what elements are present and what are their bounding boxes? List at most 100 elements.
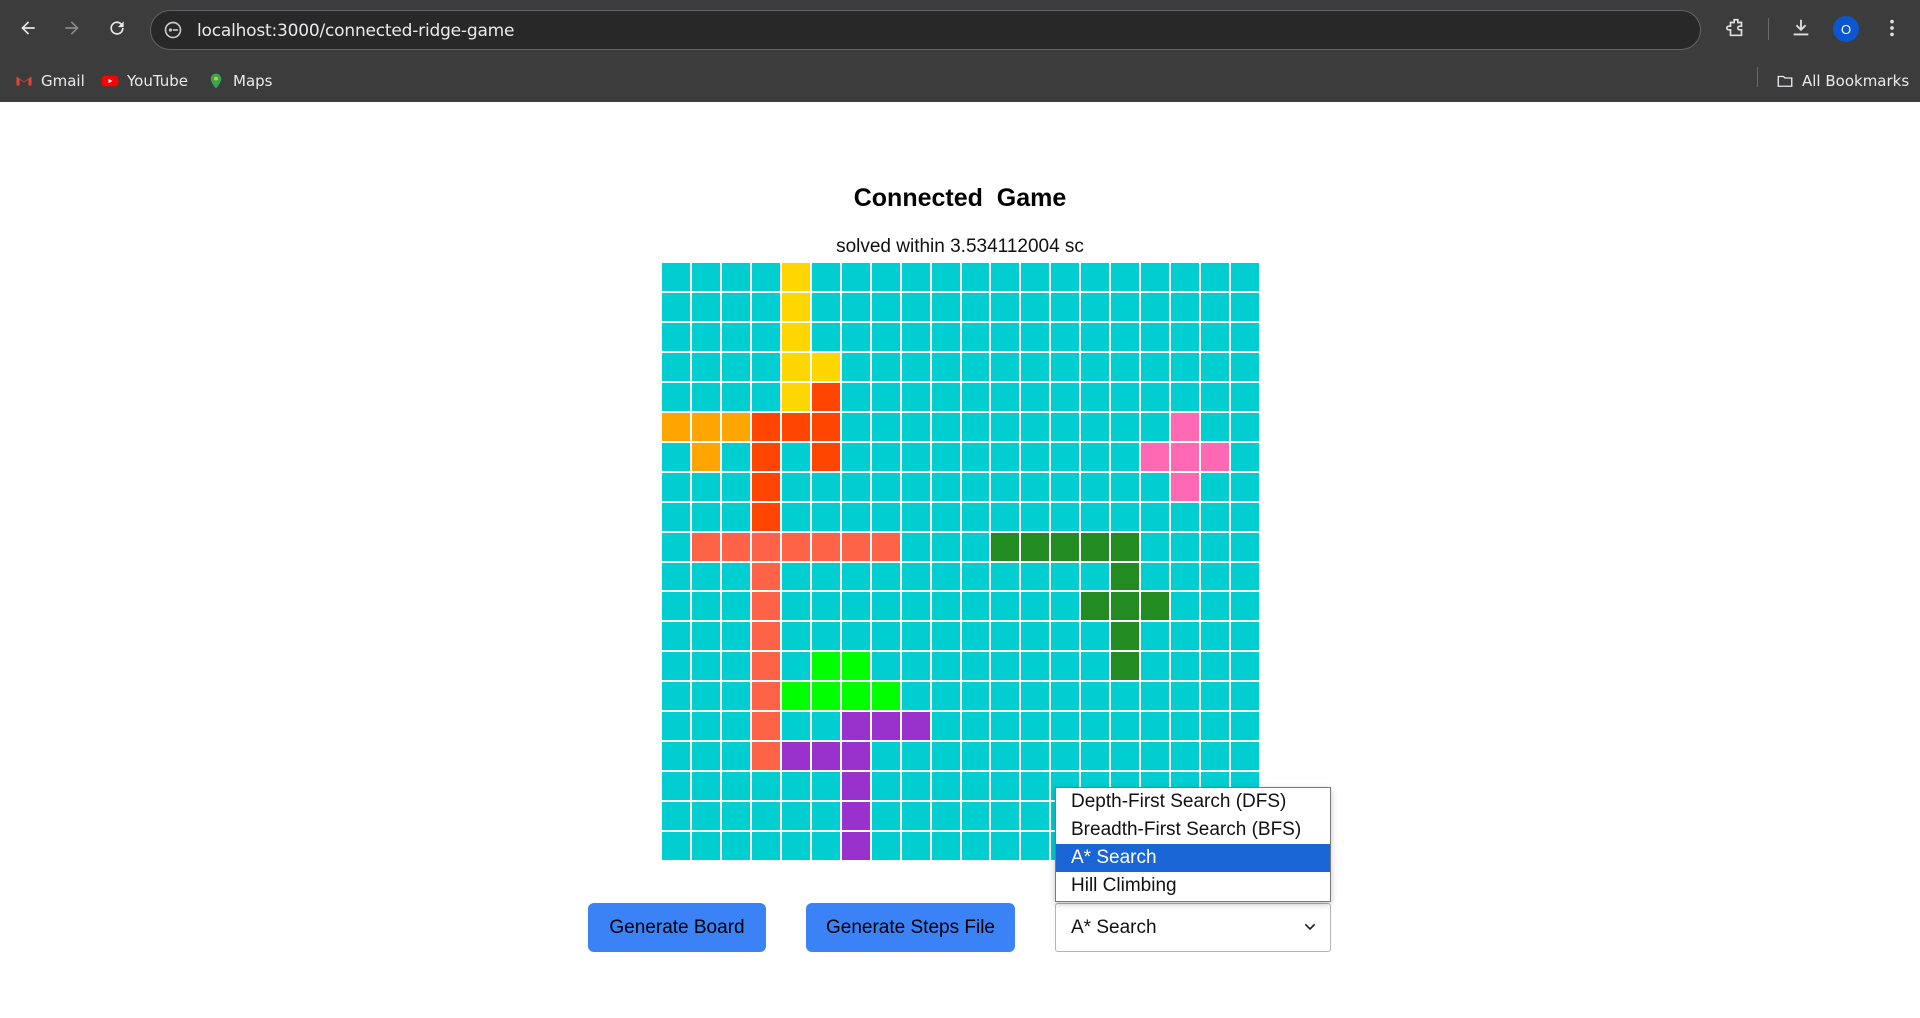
board-cell[interactable] — [901, 622, 930, 651]
board-cell[interactable] — [871, 472, 900, 501]
board-cell[interactable] — [1231, 712, 1259, 741]
board-cell[interactable] — [1201, 532, 1230, 561]
board-cell[interactable] — [991, 502, 1020, 531]
board-cell[interactable] — [931, 292, 960, 321]
board-cell[interactable] — [751, 562, 780, 591]
board-cell[interactable] — [961, 742, 990, 771]
board-cell[interactable] — [691, 442, 720, 471]
board-cell[interactable] — [901, 652, 930, 681]
board-cell[interactable] — [1231, 263, 1259, 291]
board-cell[interactable] — [1081, 502, 1110, 531]
algorithm-select[interactable]: A* Search — [1055, 903, 1331, 952]
board-cell[interactable] — [901, 772, 930, 801]
board-cell[interactable] — [901, 532, 930, 561]
board-cell[interactable] — [901, 562, 930, 591]
board-cell[interactable] — [991, 322, 1020, 351]
board-cell[interactable] — [811, 802, 840, 831]
board-cell[interactable] — [1111, 412, 1140, 441]
board-cell[interactable] — [662, 263, 690, 291]
board-cell[interactable] — [1111, 292, 1140, 321]
board-cell[interactable] — [1201, 322, 1230, 351]
board-cell[interactable] — [1231, 382, 1259, 411]
board-cell[interactable] — [1171, 712, 1200, 741]
board-cell[interactable] — [931, 412, 960, 441]
board-cell[interactable] — [721, 622, 750, 651]
board-cell[interactable] — [841, 772, 870, 801]
board-cell[interactable] — [901, 412, 930, 441]
board-cell[interactable] — [691, 682, 720, 711]
board-cell[interactable] — [961, 472, 990, 501]
board-cell[interactable] — [1051, 742, 1080, 771]
bookmark-youtube[interactable]: YouTube — [101, 69, 188, 93]
board-cell[interactable] — [931, 562, 960, 591]
board-cell[interactable] — [1171, 442, 1200, 471]
board-cell[interactable] — [841, 532, 870, 561]
board-cell[interactable] — [1111, 263, 1140, 291]
board-cell[interactable] — [961, 502, 990, 531]
board-cell[interactable] — [1081, 412, 1110, 441]
board-cell[interactable] — [781, 652, 810, 681]
board-cell[interactable] — [721, 712, 750, 741]
board-cell[interactable] — [721, 592, 750, 621]
board-cell[interactable] — [1051, 472, 1080, 501]
board-cell[interactable] — [721, 502, 750, 531]
board-cell[interactable] — [1051, 622, 1080, 651]
board-cell[interactable] — [1051, 352, 1080, 381]
board-cell[interactable] — [1201, 682, 1230, 711]
board-cell[interactable] — [781, 712, 810, 741]
board-cell[interactable] — [1021, 472, 1050, 501]
board-cell[interactable] — [841, 562, 870, 591]
board-cell[interactable] — [991, 832, 1020, 860]
board-cell[interactable] — [1201, 742, 1230, 771]
board-cell[interactable] — [751, 592, 780, 621]
board-cell[interactable] — [1111, 712, 1140, 741]
board-cell[interactable] — [662, 322, 690, 351]
board-cell[interactable] — [781, 532, 810, 561]
board-cell[interactable] — [781, 382, 810, 411]
board-cell[interactable] — [1021, 802, 1050, 831]
board-cell[interactable] — [751, 682, 780, 711]
board-cell[interactable] — [991, 742, 1020, 771]
board-cell[interactable] — [1171, 382, 1200, 411]
board-cell[interactable] — [841, 832, 870, 860]
board-cell[interactable] — [781, 472, 810, 501]
board-cell[interactable] — [841, 442, 870, 471]
board-cell[interactable] — [811, 472, 840, 501]
board-cell[interactable] — [1081, 263, 1110, 291]
board-cell[interactable] — [1051, 382, 1080, 411]
board-cell[interactable] — [1171, 742, 1200, 771]
board-cell[interactable] — [961, 682, 990, 711]
board-cell[interactable] — [662, 352, 690, 381]
board-cell[interactable] — [961, 652, 990, 681]
board-cell[interactable] — [871, 352, 900, 381]
board-cell[interactable] — [931, 352, 960, 381]
board-cell[interactable] — [691, 802, 720, 831]
board-cell[interactable] — [662, 292, 690, 321]
board-cell[interactable] — [961, 382, 990, 411]
board-cell[interactable] — [1171, 532, 1200, 561]
board-cell[interactable] — [991, 292, 1020, 321]
board-cell[interactable] — [811, 682, 840, 711]
board-cell[interactable] — [1021, 772, 1050, 801]
board-cell[interactable] — [781, 322, 810, 351]
board-cell[interactable] — [811, 532, 840, 561]
board-cell[interactable] — [751, 742, 780, 771]
board-cell[interactable] — [871, 682, 900, 711]
board-cell[interactable] — [871, 772, 900, 801]
board-cell[interactable] — [751, 772, 780, 801]
board-cell[interactable] — [1111, 682, 1140, 711]
board-cell[interactable] — [1141, 532, 1170, 561]
board-cell[interactable] — [1231, 472, 1259, 501]
board-cell[interactable] — [871, 382, 900, 411]
board-cell[interactable] — [991, 802, 1020, 831]
board-cell[interactable] — [1021, 832, 1050, 860]
board-cell[interactable] — [961, 802, 990, 831]
board-cell[interactable] — [871, 712, 900, 741]
board-cell[interactable] — [901, 682, 930, 711]
board-cell[interactable] — [1081, 622, 1110, 651]
board-cell[interactable] — [931, 682, 960, 711]
board-cell[interactable] — [871, 742, 900, 771]
board-cell[interactable] — [721, 292, 750, 321]
forward-button[interactable] — [56, 12, 88, 44]
board-cell[interactable] — [691, 742, 720, 771]
